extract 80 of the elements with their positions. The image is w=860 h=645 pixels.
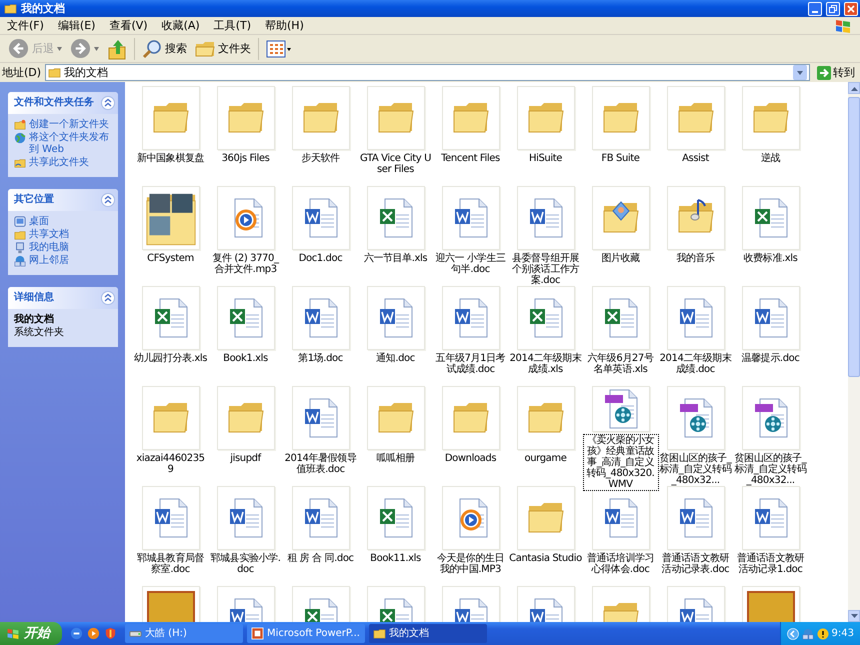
detail-type: 系统文件夹 bbox=[14, 327, 65, 339]
folder-icon bbox=[373, 627, 386, 640]
shared-folder-icon bbox=[14, 157, 26, 169]
address-label: 地址(D) bbox=[2, 66, 42, 80]
go-arrow-icon bbox=[817, 66, 831, 80]
desktop-icon bbox=[14, 216, 26, 228]
minimize-icon bbox=[812, 10, 818, 12]
close-button[interactable] bbox=[844, 2, 858, 16]
folder-icon bbox=[195, 40, 215, 58]
caret-icon bbox=[94, 46, 99, 50]
menu-item[interactable]: 工具(T) bbox=[206, 18, 258, 34]
globe-icon bbox=[14, 132, 26, 144]
file-name[interactable]: 郓城县实验小学.doc bbox=[208, 553, 282, 575]
file-name[interactable]: 幼儿园打分表.xls bbox=[134, 353, 208, 364]
restore-icon bbox=[829, 4, 837, 12]
taskbar-button[interactable]: Microsoft PowerP... bbox=[247, 624, 365, 643]
maximize-button[interactable] bbox=[826, 2, 840, 16]
menu-item[interactable]: 帮助(H) bbox=[258, 18, 311, 34]
detail-name: 我的文档 bbox=[14, 314, 55, 326]
taskbar-button[interactable]: 大皓 (H:) bbox=[125, 624, 243, 643]
scroll-down-icon[interactable] bbox=[850, 614, 858, 618]
minimize-button[interactable] bbox=[808, 2, 822, 16]
presentation-icon bbox=[251, 627, 264, 640]
address-field[interactable]: 我的文档 bbox=[45, 64, 810, 81]
collapse-icon[interactable] bbox=[101, 193, 115, 207]
collapse-icon[interactable] bbox=[101, 96, 115, 110]
task-link[interactable]: 创建一个新文件夹 bbox=[29, 119, 109, 131]
go-button[interactable]: 转到 bbox=[814, 66, 858, 80]
window-title: 我的文档 bbox=[21, 2, 65, 16]
task-link[interactable]: 桌面 bbox=[29, 216, 49, 228]
panel-title: 其它位置 bbox=[14, 194, 54, 206]
folders-button[interactable]: 文件夹 bbox=[191, 38, 255, 60]
task-link[interactable]: 我的电脑 bbox=[29, 242, 69, 254]
search-icon bbox=[142, 38, 162, 58]
shield-icon[interactable] bbox=[104, 627, 117, 640]
file-name[interactable]: xiazai44602359 bbox=[134, 453, 208, 475]
menu-item[interactable]: 查看(V) bbox=[102, 18, 155, 34]
folder-icon bbox=[4, 2, 17, 15]
network-icon bbox=[14, 255, 26, 267]
folder-icon bbox=[48, 66, 62, 79]
scroll-up-icon[interactable] bbox=[850, 86, 858, 90]
file-name[interactable]: 贫困山区的孩子_标清_自定义转码_480x32... bbox=[734, 453, 808, 486]
file-name[interactable]: 普通话语文教研活动记录表.doc bbox=[658, 553, 732, 575]
alert-icon[interactable] bbox=[816, 628, 829, 640]
file-name[interactable]: 2014二年级期末成绩.xls bbox=[508, 353, 582, 375]
collapse-icon[interactable] bbox=[101, 291, 115, 305]
file-name[interactable]: GTA Vice City User Files bbox=[358, 153, 432, 175]
file-name[interactable]: 五年级7月1日考试成绩.doc bbox=[434, 353, 508, 375]
folder-icon bbox=[14, 119, 26, 131]
file-name[interactable]: 2014年暑假领导值班表.doc bbox=[284, 453, 358, 475]
task-link[interactable]: 共享此文件夹 bbox=[29, 157, 89, 169]
taskbar-button[interactable]: 我的文档 bbox=[369, 624, 487, 643]
expand-tray-icon[interactable] bbox=[786, 628, 799, 640]
up-folder-icon bbox=[107, 38, 127, 60]
flag-logo-icon bbox=[834, 18, 852, 34]
menu-item[interactable]: 编辑(E) bbox=[50, 18, 102, 34]
view-grid-icon bbox=[266, 40, 292, 58]
menu-item[interactable]: 文件(F) bbox=[0, 18, 51, 34]
task-link[interactable]: 网上邻居 bbox=[29, 255, 69, 267]
media-player-icon[interactable] bbox=[87, 627, 100, 640]
close-icon bbox=[847, 4, 855, 12]
address-value: 我的文档 bbox=[64, 66, 108, 80]
menu-item[interactable]: 收藏(A) bbox=[154, 18, 207, 34]
task-link[interactable]: 共享文档 bbox=[29, 229, 69, 241]
file-name[interactable]: 2014二年级期末成绩.doc bbox=[658, 353, 732, 375]
search-button[interactable]: 搜索 bbox=[138, 36, 191, 60]
file-name[interactable]: 贫困山区的孩子_标清_自定义转码_480x32... bbox=[658, 453, 732, 486]
panel-title: 文件和文件夹任务 bbox=[14, 97, 94, 109]
panel-title: 详细信息 bbox=[14, 292, 54, 304]
file-name[interactable]: Cantasia Studio bbox=[508, 553, 582, 564]
scroll-thumb[interactable] bbox=[848, 97, 860, 377]
caret-icon bbox=[57, 46, 62, 50]
scrollbar[interactable] bbox=[848, 82, 860, 622]
file-name[interactable]: 迎六一 小学生三句半.doc bbox=[434, 253, 508, 275]
task-link[interactable]: 将这个文件夹发布到 Web bbox=[29, 132, 112, 156]
file-name[interactable]: 《卖火柴的小女孩》经典童话故事_高清_自定义转码_480x320.WMV bbox=[584, 435, 658, 490]
clock: 9:43 bbox=[832, 628, 854, 640]
flag-logo-icon bbox=[6, 627, 20, 640]
folder-icon bbox=[14, 229, 26, 241]
computer-icon bbox=[14, 242, 26, 254]
